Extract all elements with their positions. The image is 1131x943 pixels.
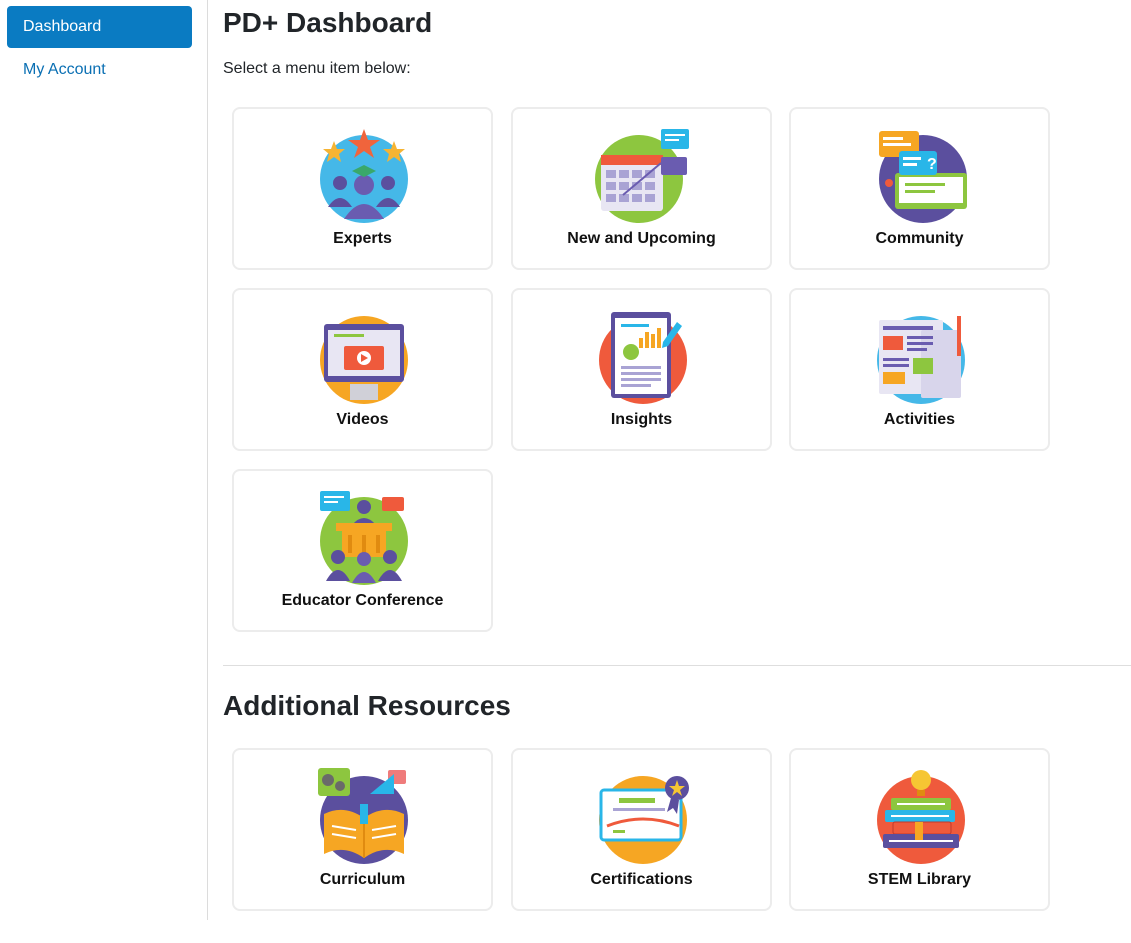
experts-icon <box>320 129 408 223</box>
newspaper-icon <box>877 316 965 404</box>
page-title: PD+ Dashboard <box>223 7 433 38</box>
chat-bubbles-icon: ? <box>879 131 967 223</box>
card-experts[interactable]: Experts <box>232 107 493 270</box>
card-label: Insights <box>610 411 673 428</box>
page-subtitle: Select a menu item below: <box>223 60 411 77</box>
card-label: Curriculum <box>319 871 406 888</box>
report-chart-icon <box>599 312 687 404</box>
card-new-and-upcoming[interactable]: New and Upcoming <box>511 107 772 270</box>
card-label: STEM Library <box>867 871 972 888</box>
card-videos[interactable]: Videos <box>232 288 493 451</box>
sidebar: Dashboard My Account <box>0 0 208 920</box>
calendar-icon <box>595 129 689 223</box>
card-community[interactable]: ? Community <box>789 107 1050 270</box>
section-divider <box>223 665 1131 666</box>
card-label: Community <box>875 230 964 247</box>
sidebar-item-dashboard[interactable]: Dashboard <box>7 6 192 48</box>
card-stem-library[interactable]: STEM Library <box>789 748 1050 911</box>
card-insights[interactable]: Insights <box>511 288 772 451</box>
conference-podium-icon <box>320 491 408 585</box>
card-label: Certifications <box>590 871 693 888</box>
open-book-icon <box>318 768 408 864</box>
section-title-additional-resources: Additional Resources <box>223 690 511 721</box>
card-label: Videos <box>336 411 389 428</box>
certificate-icon <box>599 776 689 864</box>
video-player-icon <box>320 316 408 404</box>
svg-text:?: ? <box>927 156 937 173</box>
card-label: Experts <box>333 230 392 247</box>
card-label: Educator Conference <box>281 592 444 609</box>
books-lightbulb-icon <box>877 770 965 864</box>
card-curriculum[interactable]: Curriculum <box>232 748 493 911</box>
card-label: Activities <box>883 411 956 428</box>
card-activities[interactable]: Activities <box>789 288 1050 451</box>
sidebar-item-my-account[interactable]: My Account <box>7 49 192 91</box>
card-label: New and Upcoming <box>567 230 716 247</box>
card-educator-conference[interactable]: Educator Conference <box>232 469 493 632</box>
card-certifications[interactable]: Certifications <box>511 748 772 911</box>
